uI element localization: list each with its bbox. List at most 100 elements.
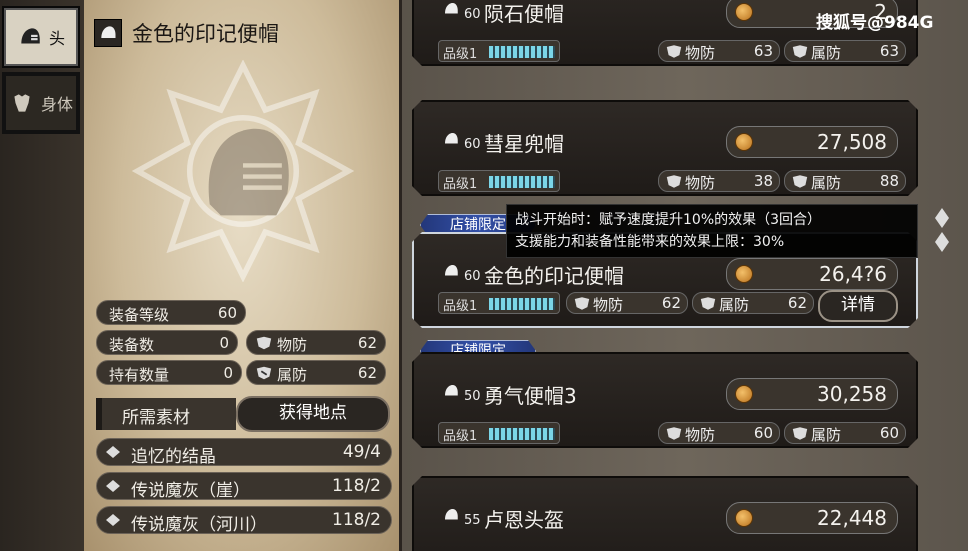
item-name: 金色的印记便帽 [484,264,624,288]
material-row[interactable]: 传说魔灰（河川） 118/2 [96,506,392,535]
phys-def-box: 物防 63 [658,40,780,62]
item-price: 30,258 [817,382,887,406]
material-row[interactable]: 传说魔灰（崖） 118/2 [96,472,392,501]
equip-level-label: 装备等级 [109,306,170,324]
owned-count-stat: 持有数量 0 [96,360,242,385]
material-name: 传说魔灰（河川） [131,515,267,535]
material-qty: 118/2 [332,510,381,530]
price-box: 26,4?6 [726,258,898,290]
tab-head-label: 头 [48,29,65,48]
phys-def-label: 物防 [685,426,716,444]
item-name: 彗星兜帽 [484,132,564,156]
equip-count-label: 装备数 [109,336,155,354]
elem-def-label: 属防 [719,296,750,314]
phys-def-value: 63 [753,42,773,60]
grade-bar [489,428,555,440]
material-qty: 49/4 [342,442,381,462]
magic-shield-icon [256,366,272,380]
tooltip-line: 支援能力和装备性能带来的效果上限：30% [515,234,785,250]
grade-label: 品级1 [443,177,478,192]
elem-def-value: 62 [787,294,807,312]
tooltip-line: 战斗开始时：赋予速度提升10%的效果（3回合） [515,212,822,228]
item-level: 60 [464,269,481,284]
elem-def-value: 60 [879,424,899,442]
elem-def-value: 63 [879,42,899,60]
item-price: 27,508 [817,130,887,154]
armor-icon [14,94,30,112]
grade-label: 品级1 [443,429,478,444]
coin-icon [735,133,753,151]
grade-box: 品级1 [438,292,560,314]
tab-body[interactable]: 身体 [2,72,80,134]
watermark: 搜狐号@984G [816,13,934,33]
magic-shield-icon [791,174,809,189]
price-box: 30,258 [726,378,898,410]
elem-def-box: 属防 62 [692,292,814,314]
grade-box: 品级1 [438,170,560,192]
equipment-card[interactable]: 60 彗星兜帽 27,508 品级1 物防 38 属防 88 [412,100,918,196]
obtain-location-button[interactable]: 获得地点 [236,396,390,432]
page-title: 金色的印记便帽 [132,22,279,46]
coin-icon [735,509,753,527]
equipment-card[interactable]: 55 卢恩头盔 22,448 [412,476,918,551]
item-level: 60 [464,7,481,22]
elem-def-stat: 属防 62 [246,360,386,385]
detail-title-row: 金色的印记便帽 [94,18,279,48]
shield-icon [573,296,591,311]
elem-def-label: 属防 [277,366,308,384]
item-name: 卢恩头盔 [484,508,564,532]
equipment-detail-panel: 金色的印记便帽 装备等级 60 装备数 0 持有数量 0 物防 62 属防 62 [84,0,402,551]
owned-count-label: 持有数量 [109,366,170,384]
helmet-icon [94,19,122,47]
crystal-icon [106,446,120,458]
grade-bar [489,298,555,310]
magic-shield-icon [699,296,717,311]
ash-icon [106,480,120,492]
price-box: 27,508 [726,126,898,158]
phys-def-box: 物防 62 [566,292,688,314]
materials-label: 所需素材 [96,398,236,430]
equip-count-value: 0 [219,334,229,352]
phys-def-label: 物防 [685,174,716,192]
material-name: 追忆的结晶 [131,447,216,467]
shield-icon [256,336,272,350]
category-sidebar: 头 身体 [0,0,84,551]
elem-def-value: 62 [357,364,377,382]
shield-icon [665,44,683,59]
elem-def-box: 属防 60 [784,422,906,444]
grade-label: 品级1 [443,299,478,314]
equipment-card[interactable]: 50 勇气便帽3 30,258 品级1 物防 60 属防 60 [412,352,918,448]
helmet-icon [442,130,460,148]
elem-def-value: 88 [879,172,899,190]
materials-header: 所需素材 获得地点 [96,396,394,432]
price-box: 22,448 [726,502,898,534]
magic-shield-icon [791,426,809,441]
helmet-icon [442,506,460,524]
phys-def-stat: 物防 62 [246,330,386,355]
coin-icon [735,3,753,21]
grade-bar [489,46,555,58]
grade-box: 品级1 [438,422,560,444]
item-level: 55 [464,513,481,528]
item-level: 60 [464,137,481,152]
scroll-indicator[interactable] [932,206,952,254]
grade-bar [489,176,555,188]
tab-head[interactable]: 头 [2,6,80,68]
details-button[interactable]: 详情 [818,290,898,322]
material-row[interactable]: 追忆的结晶 49/4 [96,438,392,467]
effect-tooltip: 战斗开始时：赋予速度提升10%的效果（3回合） 支援能力和装备性能带来的效果上限… [506,204,918,258]
tab-body-label: 身体 [40,95,73,114]
item-price: 26,4?6 [819,262,887,286]
shield-icon [665,426,683,441]
phys-def-label: 物防 [277,336,308,354]
equip-count-stat: 装备数 0 [96,330,238,355]
phys-def-label: 物防 [685,44,716,62]
magic-shield-icon [791,44,809,59]
phys-def-value: 62 [661,294,681,312]
elem-def-box: 属防 88 [784,170,906,192]
material-name: 传说魔灰（崖） [131,481,250,501]
phys-def-box: 物防 38 [658,170,780,192]
item-name: 勇气便帽3 [484,384,577,408]
coin-icon [735,265,753,283]
equip-level-value: 60 [217,304,237,322]
